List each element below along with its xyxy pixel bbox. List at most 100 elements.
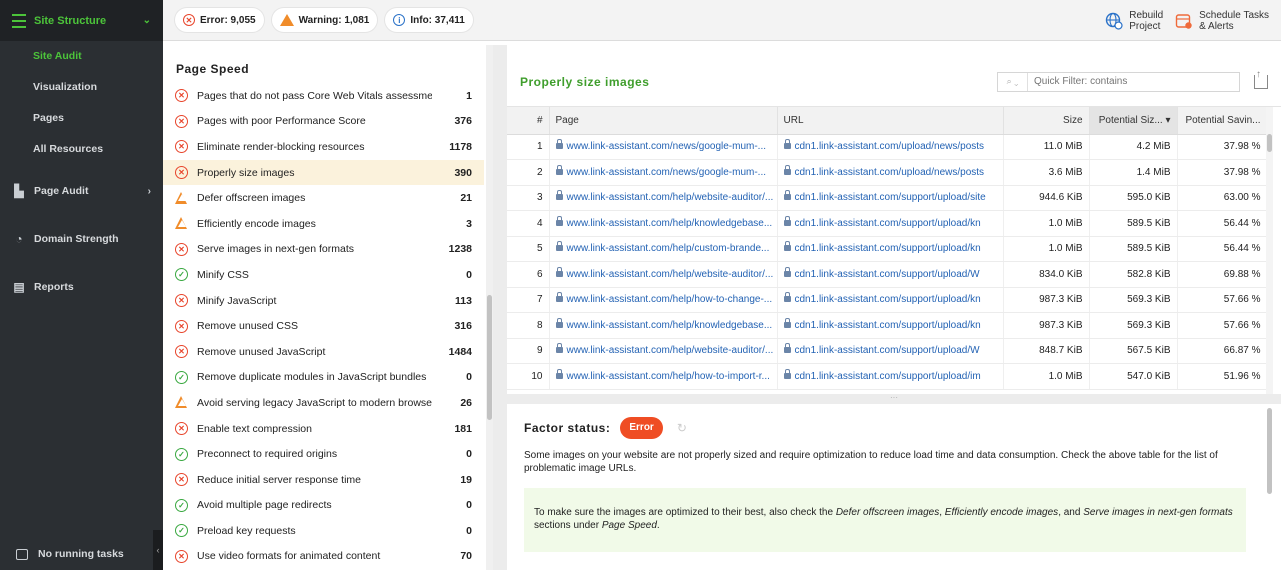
factor-list-item[interactable]: ✓ Avoid multiple page redirects 0: [163, 493, 484, 519]
table-row[interactable]: 7 www.link-assistant.com/help/how-to-chan…: [507, 287, 1268, 313]
factor-list-item[interactable]: ✓ Preload key requests 0: [163, 518, 484, 544]
factor-list-item[interactable]: ✕ Remove unused JavaScript 1484: [163, 339, 484, 365]
factor-list-item[interactable]: ✕ Enable text compression 181: [163, 416, 484, 442]
url-link[interactable]: cdn1.link-assistant.com/support/upload/k…: [777, 312, 1004, 339]
factor-name: Remove duplicate modules in JavaScript b…: [197, 371, 427, 384]
factor-list-item[interactable]: Avoid serving legacy JavaScript to moder…: [163, 390, 484, 416]
factor-list-item[interactable]: ✕ Remove unused CSS 316: [163, 313, 484, 339]
results-table: # Page URL Size Potential Siz... ▾ Poten…: [507, 107, 1268, 390]
page-link[interactable]: www.link-assistant.com/help/custom-brand…: [549, 236, 778, 262]
warning-count-badge[interactable]: Warning: 1,081: [271, 8, 378, 32]
export-icon[interactable]: [1254, 69, 1268, 89]
table-scrollbar[interactable]: [1266, 107, 1273, 394]
factor-scrollbar[interactable]: [1266, 404, 1273, 570]
column-header-page[interactable]: Page: [549, 107, 778, 135]
factor-list-item[interactable]: ✕ Use video formats for animated content 7…: [163, 544, 484, 570]
url-link[interactable]: cdn1.link-assistant.com/support/upload/i…: [777, 363, 1004, 390]
column-header-potential-savings[interactable]: Potential Savin...: [1177, 107, 1268, 135]
error-icon: ✕: [175, 422, 188, 436]
column-header-url[interactable]: URL: [777, 107, 1004, 135]
sidebar-item-site-audit[interactable]: Site Audit: [0, 41, 163, 72]
factor-list-item[interactable]: ✕ Pages with poor Performance Score 376: [163, 109, 484, 135]
table-row[interactable]: 4 www.link-assistant.com/help/knowledgeba…: [507, 210, 1268, 237]
url-link[interactable]: cdn1.link-assistant.com/support/upload/s…: [777, 185, 1004, 211]
lock-icon: [555, 317, 563, 328]
factor-list-item[interactable]: Efficiently encode images 3: [163, 211, 484, 237]
page-link[interactable]: www.link-assistant.com/help/knowledgebas…: [549, 312, 778, 339]
potential-savings-cell: 37.98 %: [1177, 134, 1268, 160]
column-header-size[interactable]: Size: [1003, 107, 1090, 135]
potential-size-cell: 569.3 KiB: [1089, 287, 1178, 313]
table-row[interactable]: 1 www.link-assistant.com/news/google-mum-…: [507, 134, 1268, 160]
page-link[interactable]: www.link-assistant.com/news/google-mum-.…: [549, 159, 778, 186]
column-header-potential-size[interactable]: Potential Siz... ▾: [1089, 107, 1178, 135]
factor-count: 181: [454, 422, 472, 435]
quick-filter[interactable]: ⌕ ⌄: [997, 71, 1240, 92]
error-icon: ✕: [175, 166, 188, 180]
error-count-badge[interactable]: ✕ Error: 9,055: [175, 8, 264, 32]
url-link[interactable]: cdn1.link-assistant.com/support/upload/W: [777, 338, 1004, 364]
table-row[interactable]: 6 www.link-assistant.com/help/website-aud…: [507, 261, 1268, 288]
url-link[interactable]: cdn1.link-assistant.com/support/upload/k…: [777, 210, 1004, 237]
quick-filter-input[interactable]: [1028, 76, 1228, 87]
running-tasks-status[interactable]: No running tasks: [0, 538, 163, 570]
sidebar-item-visualization[interactable]: Visualization: [0, 72, 163, 103]
page-link[interactable]: www.link-assistant.com/help/website-audi…: [549, 338, 778, 364]
vertical-splitter[interactable]: [493, 45, 507, 570]
page-link[interactable]: www.link-assistant.com/news/google-mum-.…: [549, 134, 778, 160]
factor-name: Avoid serving legacy JavaScript to moder…: [197, 396, 432, 409]
page-link[interactable]: www.link-assistant.com/help/website-audi…: [549, 261, 778, 288]
factor-list-item[interactable]: ✕ Eliminate render-blocking resources 1178: [163, 134, 484, 160]
factor-list-item[interactable]: ✓ Preconnect to required origins 0: [163, 441, 484, 467]
factor-status-label: Factor status:: [524, 421, 611, 435]
factor-list-item[interactable]: ✕ Properly size images 390: [163, 159, 484, 186]
page-link[interactable]: www.link-assistant.com/help/how-to-chang…: [549, 287, 778, 313]
sidebar-item-page-audit[interactable]: ▙ Page Audit ›: [0, 167, 163, 215]
refresh-icon[interactable]: ↻: [677, 421, 687, 435]
sidebar-item-pages[interactable]: Pages: [0, 103, 163, 134]
page-link[interactable]: www.link-assistant.com/help/knowledgebas…: [549, 210, 778, 237]
error-icon: ✕: [175, 549, 188, 563]
status-badge[interactable]: Error: [620, 417, 663, 439]
table-row[interactable]: 5 www.link-assistant.com/help/custom-bran…: [507, 236, 1268, 262]
page-link[interactable]: www.link-assistant.com/help/how-to-impor…: [549, 363, 778, 390]
sidebar-item-domain-strength[interactable]: ◔ Domain Strength: [0, 215, 163, 263]
list-scrollbar[interactable]: [486, 45, 493, 570]
factor-list-item[interactable]: ✓ Minify CSS 0: [163, 262, 484, 288]
table-row[interactable]: 9 www.link-assistant.com/help/website-aud…: [507, 338, 1268, 364]
factor-count: 0: [466, 448, 472, 461]
page-link[interactable]: www.link-assistant.com/help/website-audi…: [549, 185, 778, 211]
factor-list-item[interactable]: ✕ Minify JavaScript 113: [163, 288, 484, 314]
sidebar-item-label: Domain Strength: [34, 233, 119, 245]
url-link[interactable]: cdn1.link-assistant.com/support/upload/k…: [777, 236, 1004, 262]
horizontal-splitter[interactable]: ···: [507, 394, 1281, 404]
sidebar-item-reports[interactable]: ▤ Reports: [0, 263, 163, 311]
column-header-number[interactable]: #: [507, 107, 550, 135]
search-icon[interactable]: ⌕ ⌄: [998, 72, 1028, 91]
factor-list-item[interactable]: ✕ Reduce initial server response time 19: [163, 467, 484, 493]
factor-list-item[interactable]: Defer offscreen images 21: [163, 185, 484, 211]
sidebar-item-all-resources[interactable]: All Resources: [0, 134, 163, 165]
potential-savings-cell: 66.87 %: [1177, 338, 1268, 364]
url-link[interactable]: cdn1.link-assistant.com/support/upload/W: [777, 261, 1004, 288]
sidebar-collapse-handle[interactable]: ‹: [153, 530, 163, 570]
url-link[interactable]: cdn1.link-assistant.com/support/upload/k…: [777, 287, 1004, 313]
factor-list-item[interactable]: ✕ Serve images in next-gen formats 1238: [163, 237, 484, 263]
schedule-tasks-button[interactable]: Schedule Tasks & Alerts: [1175, 10, 1269, 32]
rebuild-project-button[interactable]: Rebuild Project: [1105, 10, 1163, 32]
factor-list-item[interactable]: ✓ Remove duplicate modules in JavaScript …: [163, 365, 484, 391]
factor-list-item[interactable]: ✕ Pages that do not pass Core Web Vitals …: [163, 83, 484, 109]
url-link[interactable]: cdn1.link-assistant.com/upload/news/post…: [777, 159, 1004, 186]
table-row[interactable]: 3 www.link-assistant.com/help/website-aud…: [507, 185, 1268, 211]
info-count-badge[interactable]: i Info: 37,411: [385, 8, 473, 32]
url-link[interactable]: cdn1.link-assistant.com/upload/news/post…: [777, 134, 1004, 160]
table-row[interactable]: 2 www.link-assistant.com/news/google-mum-…: [507, 159, 1268, 186]
sidebar-site-structure[interactable]: Site Structure ⌄: [0, 0, 163, 41]
factor-name: Eliminate render-blocking resources: [197, 140, 365, 153]
table-row[interactable]: 8 www.link-assistant.com/help/knowledgeba…: [507, 312, 1268, 339]
table-row[interactable]: 10 www.link-assistant.com/help/how-to-imp…: [507, 363, 1268, 390]
check-icon: ✓: [175, 268, 188, 282]
results-table-panel: Properly size images ⌕ ⌄ # Page URL Size…: [507, 45, 1281, 394]
lock-icon: [555, 241, 563, 252]
lock-icon: [555, 368, 563, 379]
